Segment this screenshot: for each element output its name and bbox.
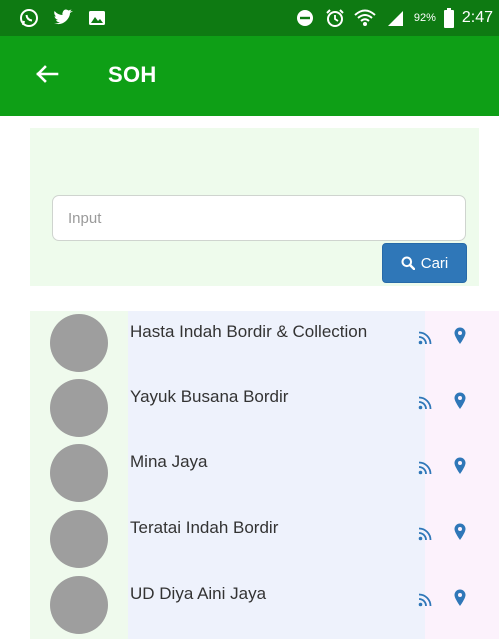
store-name: Mina Jaya xyxy=(130,452,208,471)
list-item[interactable]: Hasta Indah Bordir & Collection xyxy=(30,311,499,376)
rss-icon[interactable] xyxy=(418,527,432,541)
rss-icon[interactable] xyxy=(418,593,432,607)
wifi-icon xyxy=(354,7,376,29)
map-pin-icon[interactable] xyxy=(454,392,466,410)
map-pin-icon[interactable] xyxy=(454,589,466,607)
search-icon xyxy=(401,256,415,270)
list-item[interactable]: Teratai Indah Bordir xyxy=(30,507,499,572)
map-pin-icon[interactable] xyxy=(454,457,466,475)
map-pin-icon[interactable] xyxy=(454,327,466,345)
image-icon xyxy=(86,7,108,29)
battery-icon xyxy=(443,7,454,29)
map-pin-icon[interactable] xyxy=(454,523,466,541)
status-bar: 92% 2:47 xyxy=(0,0,499,36)
avatar xyxy=(50,444,108,502)
store-name: Yayuk Busana Bordir xyxy=(130,387,289,406)
rss-icon[interactable] xyxy=(418,331,432,345)
list-item[interactable]: UD Diya Aini Jaya xyxy=(30,573,499,638)
rss-icon[interactable] xyxy=(418,396,432,410)
signal-icon xyxy=(384,7,406,29)
avatar xyxy=(50,379,108,437)
clock-time: 2:47 xyxy=(461,9,493,26)
list-item[interactable]: Mina Jaya xyxy=(30,441,499,506)
page-title: SOH xyxy=(108,62,157,87)
do-not-disturb-icon xyxy=(294,7,316,29)
battery-percent: 92% xyxy=(413,12,436,24)
avatar xyxy=(50,576,108,634)
avatar xyxy=(50,314,108,372)
whatsapp-icon xyxy=(18,7,40,29)
arrow-left-icon[interactable] xyxy=(33,59,63,89)
alarm-icon xyxy=(324,7,346,29)
store-name: Teratai Indah Bordir xyxy=(130,518,279,537)
list-item[interactable]: Yayuk Busana Bordir xyxy=(30,376,499,441)
store-name: UD Diya Aini Jaya xyxy=(130,584,267,603)
store-name: Hasta Indah Bordir & Collection xyxy=(130,322,368,341)
search-button[interactable]: Cari xyxy=(382,243,467,283)
twitter-icon xyxy=(52,7,74,29)
search-input[interactable] xyxy=(52,195,466,241)
store-list: Hasta Indah Bordir & Collection Yayuk Bu… xyxy=(30,311,499,639)
rss-icon[interactable] xyxy=(418,461,432,475)
search-button-label: Cari xyxy=(420,254,449,272)
avatar xyxy=(50,510,108,568)
app-bar: SOH xyxy=(0,36,499,116)
